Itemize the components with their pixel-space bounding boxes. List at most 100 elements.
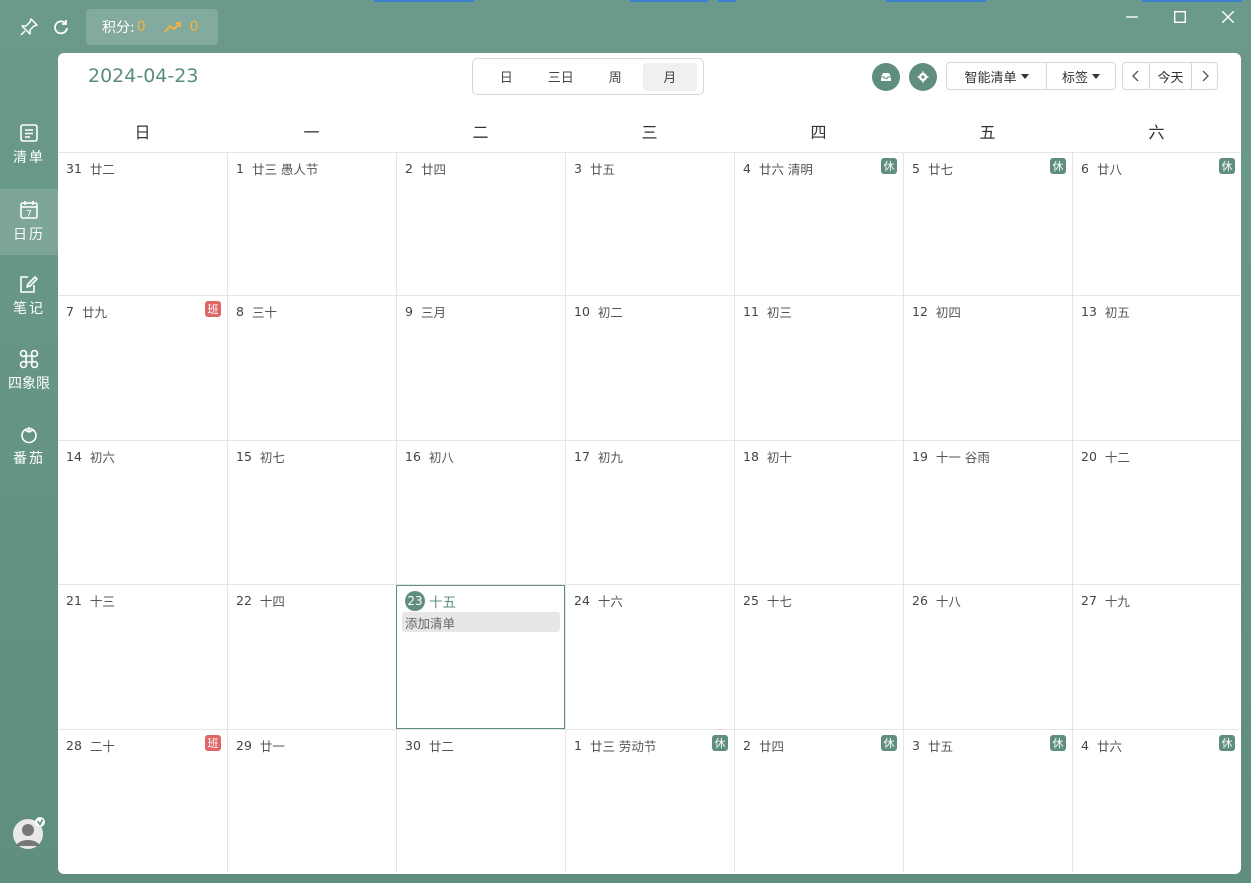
day-cell[interactable]: 4 廿六 清明 休: [734, 153, 903, 295]
add-task-input[interactable]: 添加清单: [402, 612, 560, 632]
day-cell[interactable]: 3 廿五: [565, 153, 734, 295]
day-cell[interactable]: 11 初三: [734, 296, 903, 440]
day-cell[interactable]: 13 初五: [1072, 296, 1241, 440]
next-month-button[interactable]: [1191, 63, 1217, 89]
day-cell[interactable]: 30 廿二: [396, 730, 565, 873]
day-header: 10 初二: [574, 302, 623, 321]
tab-three-day[interactable]: 三日: [534, 63, 589, 91]
lunar-date: 廿六: [1096, 739, 1122, 754]
day-number: 8: [236, 304, 244, 319]
day-cell[interactable]: 20 十二: [1072, 441, 1241, 584]
avatar-icon: [13, 817, 45, 849]
day-header: 28 二十: [66, 736, 115, 755]
today-button[interactable]: 今天: [1149, 63, 1191, 89]
day-cell[interactable]: 24 十六: [565, 585, 734, 729]
sidebar-item-list[interactable]: 清单: [0, 112, 58, 178]
day-cell[interactable]: 15 初七: [227, 441, 396, 584]
maximize-button[interactable]: [1165, 4, 1195, 30]
lunar-date: 初三: [766, 305, 792, 320]
view-switcher: 日 三日 周 月: [472, 58, 704, 95]
tab-day[interactable]: 日: [479, 63, 534, 91]
tags-label: 标签: [1061, 70, 1088, 86]
day-header: 21 十三: [66, 591, 115, 610]
trend-indicator: 0: [163, 19, 199, 35]
day-header: 18 初十: [743, 447, 792, 466]
day-cell[interactable]: 14 初六: [58, 441, 227, 584]
sidebar-item-label: 清单: [13, 150, 45, 166]
sidebar-item-tomato[interactable]: 番茄: [0, 413, 58, 479]
day-cell[interactable]: 4 廿六 休: [1072, 730, 1241, 873]
day-number: 3: [574, 161, 582, 176]
minimize-button[interactable]: [1117, 4, 1147, 30]
day-header: 2 廿四: [743, 736, 784, 755]
day-cell[interactable]: 10 初二: [565, 296, 734, 440]
day-cell[interactable]: 28 二十 班: [58, 730, 227, 873]
sidebar-item-label: 番茄: [13, 451, 45, 467]
day-cell[interactable]: 12 初四: [903, 296, 1072, 440]
day-header: 8 三十: [236, 302, 277, 321]
avatar[interactable]: [12, 816, 46, 850]
holiday-badge: 休: [881, 735, 897, 751]
day-cell[interactable]: 25 十七: [734, 585, 903, 729]
day-cell[interactable]: 18 初十: [734, 441, 903, 584]
tab-month[interactable]: 月: [642, 62, 697, 91]
day-cell[interactable]: 3 廿五 休: [903, 730, 1072, 873]
week-row: 14 初六 15 初七 16 初八 17 初九 18 初十 19 十一 谷雨 20 十二: [58, 440, 1241, 584]
lunar-date: 廿八: [1096, 162, 1122, 177]
week-row: 7 廿九 班 8 三十 9 三月 10 初二 11 初三 12 初四 13 初五: [58, 295, 1241, 440]
day-cell[interactable]: 21 十三: [58, 585, 227, 729]
day-cell[interactable]: 6 廿八 休: [1072, 153, 1241, 295]
day-cell[interactable]: 27 十九: [1072, 585, 1241, 729]
points-panel[interactable]: 积分: 0 0: [86, 9, 218, 45]
lunar-date: 三十: [251, 305, 277, 320]
prev-month-button[interactable]: [1123, 63, 1149, 89]
weekday-label: 二: [472, 122, 489, 142]
inbox-button[interactable]: [872, 63, 900, 91]
day-cell[interactable]: 16 初八: [396, 441, 565, 584]
day-header: 4 廿六: [1081, 736, 1122, 755]
sidebar-item-label: 笔记: [13, 301, 45, 317]
day-number: 23: [405, 591, 425, 611]
lunar-date: 初四: [935, 305, 961, 320]
day-cell[interactable]: 8 三十: [227, 296, 396, 440]
day-header: 11 初三: [743, 302, 792, 321]
sidebar-item-notes[interactable]: 笔记: [0, 263, 58, 329]
holiday-badge: 休: [1219, 158, 1235, 174]
settings-button[interactable]: [909, 63, 937, 91]
day-cell[interactable]: 31 廿二: [58, 153, 227, 295]
day-cell[interactable]: 22 十四: [227, 585, 396, 729]
day-cell[interactable]: 26 十八: [903, 585, 1072, 729]
close-button[interactable]: [1213, 4, 1243, 30]
day-number: 1: [574, 738, 582, 753]
day-cell[interactable]: 5 廿七 休: [903, 153, 1072, 295]
sync-icon[interactable]: [48, 14, 74, 40]
sidebar-item-quadrant[interactable]: 四象限: [0, 338, 58, 404]
tags-dropdown[interactable]: 标签: [1046, 63, 1115, 89]
day-cell[interactable]: 9 三月: [396, 296, 565, 440]
points-value: 0: [136, 19, 146, 35]
sidebar-item-label: 四象限: [8, 376, 50, 392]
day-number: 28: [66, 738, 82, 753]
sidebar-item-calendar[interactable]: 7 日历: [0, 189, 58, 255]
day-cell[interactable]: 2 廿四 休: [734, 730, 903, 873]
day-number: 4: [1081, 738, 1089, 753]
lunar-date: 廿九: [81, 305, 107, 320]
day-cell[interactable]: 1 廿三 劳动节 休: [565, 730, 734, 873]
lunar-date: 十二: [1104, 450, 1130, 465]
pin-icon[interactable]: [16, 14, 42, 40]
day-cell[interactable]: 29 廿一: [227, 730, 396, 873]
day-cell[interactable]: 2 廿四: [396, 153, 565, 295]
smart-list-dropdown[interactable]: 智能清单: [947, 63, 1046, 89]
day-cell[interactable]: 17 初九: [565, 441, 734, 584]
day-cell[interactable]: 7 廿九 班: [58, 296, 227, 440]
month-grid: 31 廿二 1 廿三 愚人节 2 廿四 3 廿五 4 廿六 清明休 5 廿七休 6 廿八休 7 廿九班 8 三十 9…: [58, 152, 1241, 873]
day-cell[interactable]: 1 廿三 愚人节: [227, 153, 396, 295]
day-cell-today[interactable]: 23 十五 添加清单: [396, 585, 565, 729]
day-cell[interactable]: 19 十一 谷雨: [903, 441, 1072, 584]
day-header: 23 十五: [405, 591, 456, 611]
weekday-header: 日 一 二 三 四 五 六: [58, 108, 1241, 153]
tab-week[interactable]: 周: [588, 63, 643, 91]
lunar-date: 廿二: [428, 739, 454, 754]
maximize-icon: [1174, 11, 1186, 23]
day-header: 17 初九: [574, 447, 623, 466]
